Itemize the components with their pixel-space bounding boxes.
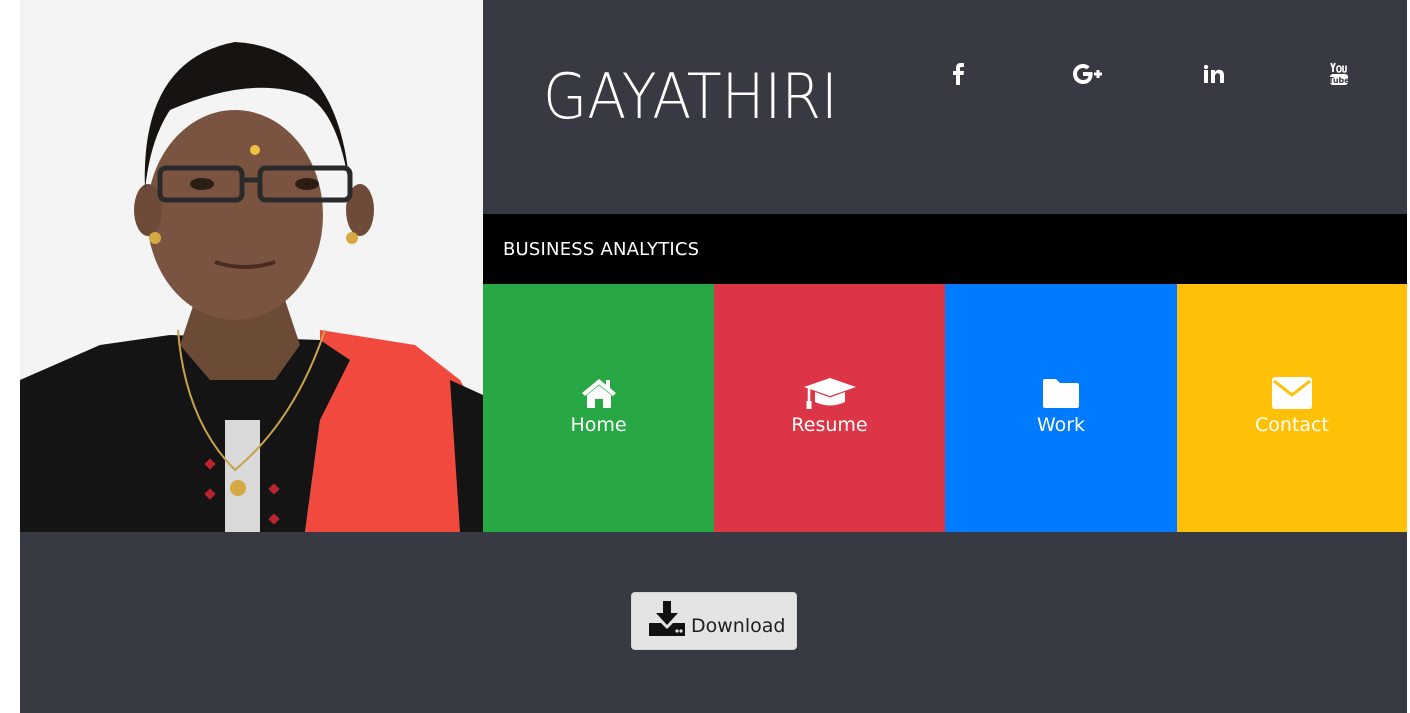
linkedin-link[interactable]	[1200, 62, 1228, 90]
nav-tile-contact[interactable]: Contact	[1177, 284, 1407, 532]
youtube-icon: Tube	[1328, 62, 1350, 90]
header: GAYATHIRI Tube	[483, 0, 1407, 214]
download-button[interactable]: Download	[631, 592, 797, 650]
nav-tile-resume[interactable]: Resume	[714, 284, 945, 532]
nav-label: Work	[1036, 414, 1086, 436]
download-icon	[648, 601, 686, 641]
nav-label: Contact	[1255, 414, 1329, 436]
nav-tile-work[interactable]: Work	[945, 284, 1177, 532]
nav-label: Resume	[791, 414, 868, 436]
linkedin-icon	[1203, 64, 1224, 87]
profile-tagline: BUSINESS ANALYTICS	[503, 239, 700, 260]
profile-name: GAYATHIRI	[543, 60, 838, 133]
svg-text:Tube: Tube	[1329, 76, 1349, 85]
folder-icon	[1042, 376, 1080, 410]
facebook-link[interactable]	[945, 62, 973, 90]
nav-label: Home	[570, 414, 627, 436]
footer: Download	[20, 532, 1407, 713]
subtitle-bar: BUSINESS ANALYTICS	[483, 214, 1407, 284]
envelope-icon	[1271, 376, 1313, 410]
profile-photo	[20, 0, 483, 532]
google-plus-icon	[1072, 63, 1102, 89]
google-plus-link[interactable]	[1069, 62, 1105, 90]
download-label: Download	[691, 615, 786, 637]
graduation-cap-icon	[803, 376, 857, 410]
home-icon	[580, 376, 618, 410]
youtube-link[interactable]: Tube	[1325, 62, 1353, 90]
nav-tile-home[interactable]: Home	[483, 284, 714, 532]
facebook-icon	[953, 63, 965, 89]
